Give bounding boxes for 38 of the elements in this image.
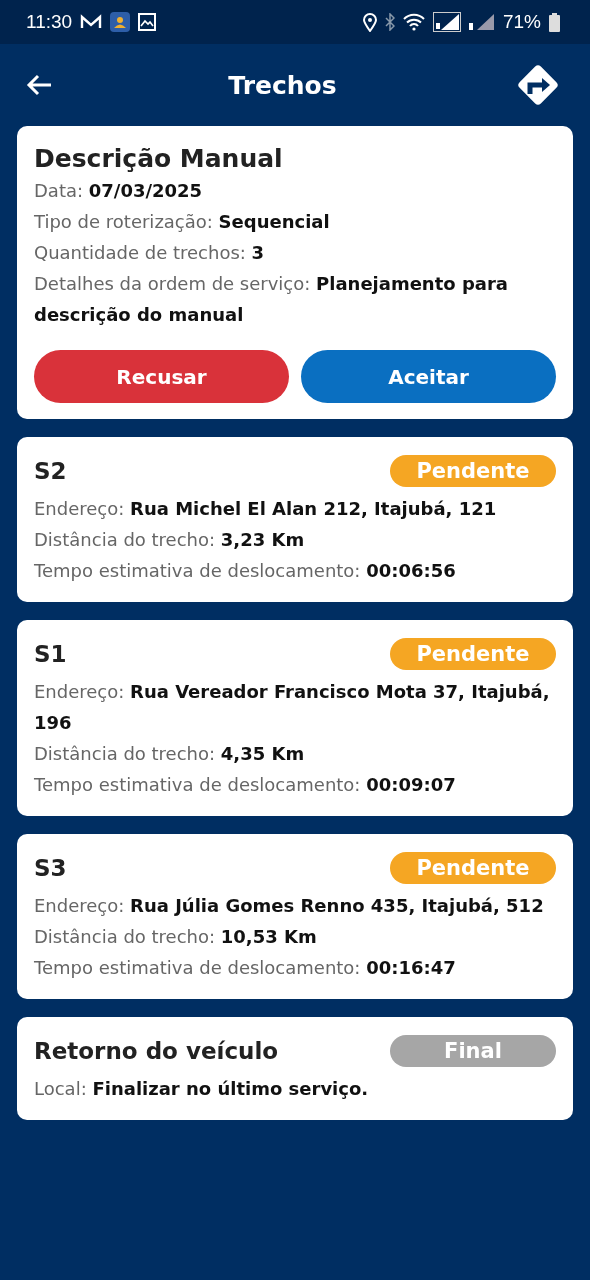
signal-icon [432,12,461,32]
detail-text: Tempo estimativa de deslocamento: 00:06:56 [34,559,457,583]
screen-title: Trechos [228,70,337,100]
location-icon [362,12,377,32]
app-icon [110,12,131,32]
reject-button[interactable]: Recusar [34,350,289,403]
detail-text: Detalhes da ordem de serviço: Planejamento para descrição do manual [34,272,509,327]
detail-text: Tempo estimativa de deslocamento: 00:09:07 [34,773,457,797]
clock: 11:30 [26,11,73,33]
battery-icon [549,12,560,32]
wifi-icon [402,13,425,31]
card-title: Descrição Manual [34,144,284,173]
status-badge: Pendente [390,455,556,487]
card-title: S1 [34,641,67,667]
detail-text: Distância do trecho: 10,53 Km [34,925,318,949]
detail-text: Distância do trecho: 3,23 Km [34,528,306,552]
detail-text: Tempo estimativa de deslocamento: 00:16:47 [34,956,457,980]
card-title: S3 [34,855,67,881]
detail-text: Distância do trecho: 4,35 Km [34,742,306,766]
detail-text: Endereço: Rua Júlia Gomes Renno 435, Itajubá, 512 [34,894,545,918]
detail-text: Quantidade de trechos: 3 [34,241,266,265]
mail-icon [80,14,103,30]
status-badge: Pendente [390,852,556,884]
battery-percent: 71% [502,11,541,33]
status-badge: Pendente [390,638,556,670]
bluetooth-icon [384,13,395,31]
detail-text: Endereço: Rua Michel El Alan 212, Itajubá, 121 [34,497,498,521]
card-title: S2 [34,458,67,484]
back-arrow-icon[interactable] [26,74,52,96]
accept-button[interactable]: Aceitar [301,350,556,403]
status-badge: Final [390,1035,556,1067]
detail-text: Endereço: Rua Vereador Francisco Mota 37, Itajubá, 196 [34,680,551,735]
detail-text: Tipo de roterização: Sequencial [34,210,331,234]
detail-text: Data: 07/03/2025 [34,179,204,203]
detail-text: Local: Finalizar no último serviço. [34,1077,370,1101]
signal-icon [468,13,495,31]
card-title: Retorno do veículo [34,1038,279,1064]
image-icon [138,13,157,31]
